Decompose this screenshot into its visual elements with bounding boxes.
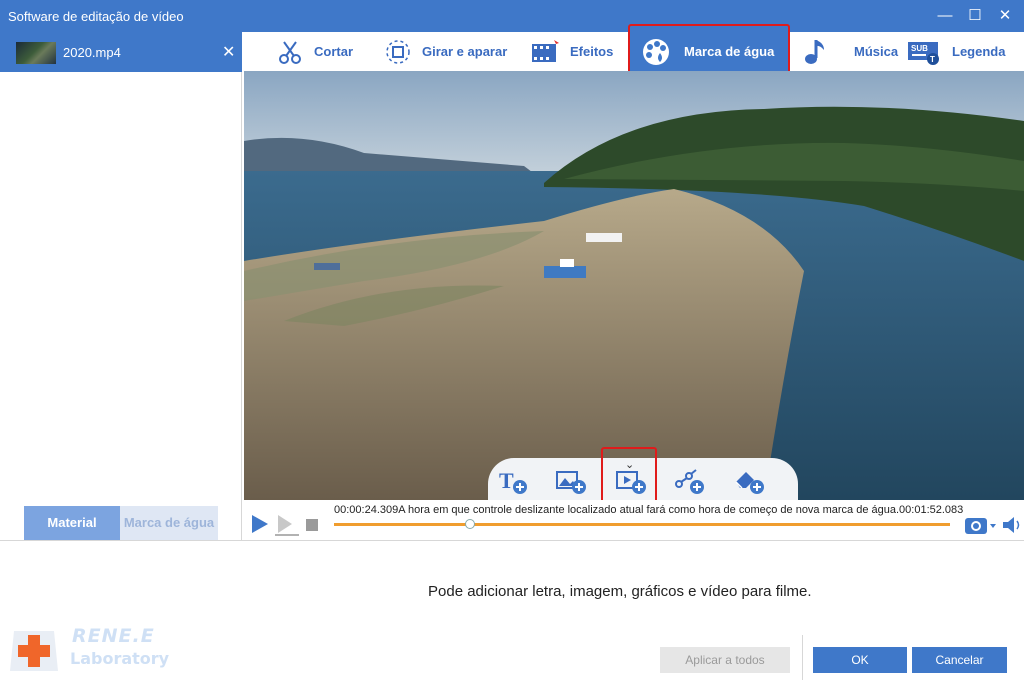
subtitle-icon: SUB T [908, 41, 939, 65]
video-preview[interactable] [244, 71, 1024, 500]
add-image-icon [556, 471, 586, 494]
remove-file-icon[interactable]: ✕ [222, 42, 235, 62]
file-name: 2020.mp4 [63, 45, 121, 60]
apply-to-all-button[interactable]: Aplicar a todos [660, 647, 790, 673]
effects-film-icon [532, 39, 559, 62]
ok-button[interactable]: OK [813, 647, 907, 673]
end-time: 00:01:52.083 [899, 504, 964, 516]
svg-text:SUB: SUB [911, 44, 928, 53]
add-image-button[interactable] [556, 466, 588, 496]
tab-girar-label: Girar e aparar [422, 44, 508, 59]
file-item[interactable]: 2020.mp4 ✕ [0, 32, 242, 72]
svg-text:T: T [499, 468, 514, 493]
window-title: Software de editação de vídeo [8, 9, 184, 24]
tab-girar-aparar[interactable]: Girar e aparar [384, 32, 507, 71]
sidebar-tabs: Material Marca de água [24, 506, 218, 540]
watermark-hint: Pode adicionar letra, imagem, gráficos e… [428, 583, 812, 600]
tab-efeitos-label: Efeitos [570, 44, 614, 59]
svg-text:T: T [930, 55, 935, 64]
tab-legenda[interactable]: SUB T Legenda [906, 32, 1005, 71]
timeline-slider-handle[interactable] [464, 519, 475, 529]
title-bar: Software de editação de vídeo — ☐ ✕ [0, 0, 1024, 32]
tab-efeitos[interactable]: Efeitos [530, 32, 613, 71]
maximize-button[interactable]: ☐ [963, 4, 987, 28]
add-text-icon: T [499, 468, 527, 494]
tab-musica[interactable]: Música [802, 32, 898, 71]
add-eraser-icon [735, 472, 764, 494]
play-segment-icon[interactable] [274, 514, 300, 536]
timeline-hint: A hora em que controle deslizante locali… [398, 504, 900, 516]
tab-cortar[interactable]: Cortar [276, 32, 353, 71]
tab-musica-label: Música [854, 44, 899, 59]
cancel-button[interactable]: Cancelar [912, 647, 1007, 673]
highlight-add-video [601, 447, 657, 506]
volume-icon[interactable] [1002, 515, 1022, 535]
timeline-info: 00:00:24.309A hora em que controle desli… [334, 504, 963, 516]
video-thumbnail [16, 42, 56, 64]
player-bar: 00:00:24.309A hora em que controle desli… [244, 500, 1024, 540]
bottom-panel: Pode adicionar letra, imagem, gráficos e… [0, 540, 1024, 680]
add-graphic-icon [675, 469, 704, 494]
rotate-crop-icon [386, 39, 410, 64]
add-graphic-button[interactable] [674, 466, 706, 496]
video-frame [244, 71, 1024, 500]
tab-legenda-label: Legenda [952, 44, 1006, 59]
tab-cortar-label: Cortar [314, 44, 354, 59]
divider [802, 635, 803, 680]
rene-e-logo-icon [10, 631, 58, 671]
stop-icon[interactable] [306, 519, 318, 531]
add-eraser-button[interactable] [734, 466, 766, 496]
scissors-icon [279, 40, 301, 64]
add-text-button[interactable]: T [498, 466, 530, 496]
minimize-button[interactable]: — [933, 4, 957, 28]
play-icon[interactable] [250, 514, 270, 534]
camera-icon[interactable] [964, 514, 1000, 536]
tab-watermark[interactable]: Marca de água [120, 506, 218, 540]
sidebar: 2020.mp4 ✕ Material Marca de água [0, 32, 242, 540]
start-time: 00:00:24.309 [334, 504, 399, 516]
timeline-track[interactable] [334, 523, 950, 526]
music-note-icon [805, 39, 824, 64]
close-button[interactable]: ✕ [993, 4, 1017, 28]
logo-subtitle: Laboratory [70, 649, 170, 668]
tab-material[interactable]: Material [24, 506, 120, 540]
logo-brand: RENE.E [72, 625, 155, 647]
